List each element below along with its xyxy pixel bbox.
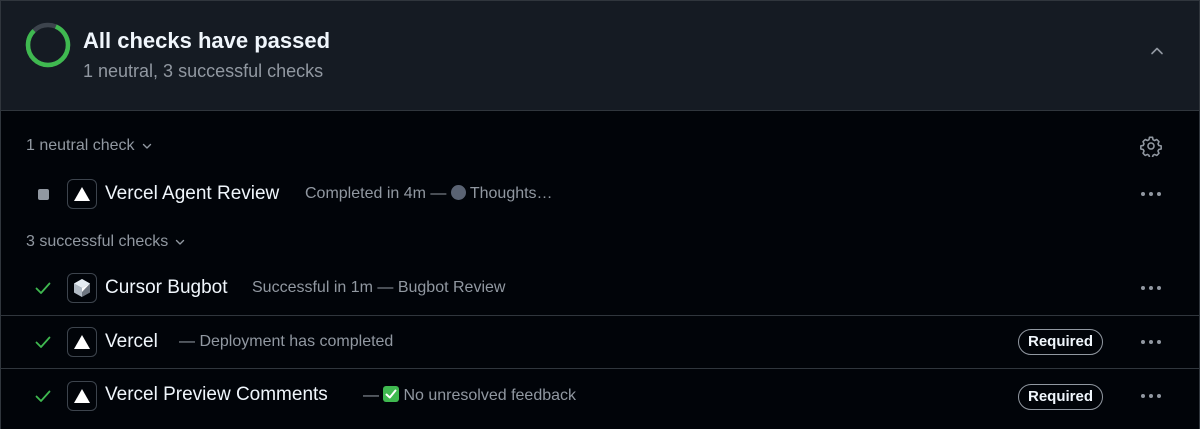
progress-ring-icon — [25, 22, 71, 68]
vercel-triangle-icon — [74, 187, 90, 201]
required-badge: Required — [1018, 384, 1104, 410]
check-name: Vercel — [105, 331, 158, 352]
settings-gear-button[interactable] — [1138, 133, 1164, 159]
neutral-group-toggle[interactable]: 1 neutral check — [26, 137, 153, 155]
check-row-vercel-preview-comments[interactable]: Vercel Preview Comments — No unresolved … — [1, 368, 1199, 423]
check-name: Vercel Preview Comments — [105, 384, 328, 405]
check-description: — Deployment has completed — [179, 333, 394, 350]
vercel-app-icon — [67, 179, 97, 209]
check-row-vercel[interactable]: Vercel — Deployment has completed Requir… — [1, 315, 1199, 368]
vercel-triangle-icon — [74, 389, 90, 403]
checks-summary-header: All checks have passed 1 neutral, 3 succ… — [1, 1, 1199, 111]
check-description: — No unresolved feedback — [363, 386, 577, 404]
vercel-triangle-icon — [74, 335, 90, 349]
checks-summary-subtitle: 1 neutral, 3 successful checks — [83, 61, 324, 81]
cursor-cube-icon — [74, 279, 90, 297]
check-mark-button-icon — [383, 386, 400, 402]
chevron-up-icon — [1151, 47, 1163, 55]
cursor-app-icon — [67, 273, 97, 303]
check-name: Cursor Bugbot — [105, 277, 228, 298]
success-check-icon — [34, 280, 52, 296]
check-description: Completed in 4m — Thoughts… — [305, 185, 553, 202]
more-options-button[interactable] — [1137, 183, 1165, 205]
check-row-vercel-agent-review[interactable]: Vercel Agent Review Completed in 4m — Th… — [1, 169, 1199, 219]
success-check-icon — [34, 388, 52, 404]
gear-icon — [1140, 136, 1162, 157]
required-badge: Required — [1018, 329, 1104, 355]
checks-summary-title: All checks have passed — [83, 28, 331, 53]
more-options-button[interactable] — [1137, 385, 1165, 407]
collapse-button[interactable] — [1141, 37, 1173, 65]
success-check-icon — [34, 334, 52, 350]
vercel-app-icon — [67, 327, 97, 357]
check-row-cursor-bugbot[interactable]: Cursor Bugbot Successful in 1m — Bugbot … — [1, 263, 1199, 313]
successful-group-toggle[interactable]: 3 successful checks — [26, 233, 186, 251]
more-options-button[interactable] — [1137, 277, 1165, 299]
thinking-face-icon — [450, 185, 466, 200]
neutral-group-label: 1 neutral check — [26, 137, 135, 154]
check-description: Successful in 1m — Bugbot Review — [252, 279, 506, 296]
check-name: Vercel Agent Review — [105, 183, 280, 204]
vercel-app-icon — [67, 381, 97, 411]
chevron-down-icon — [142, 143, 151, 149]
successful-group-label: 3 successful checks — [26, 233, 169, 250]
chevron-down-icon — [176, 239, 185, 245]
more-options-button[interactable] — [1137, 331, 1165, 353]
neutral-status-icon — [34, 186, 52, 202]
checks-panel: All checks have passed 1 neutral, 3 succ… — [0, 0, 1200, 429]
